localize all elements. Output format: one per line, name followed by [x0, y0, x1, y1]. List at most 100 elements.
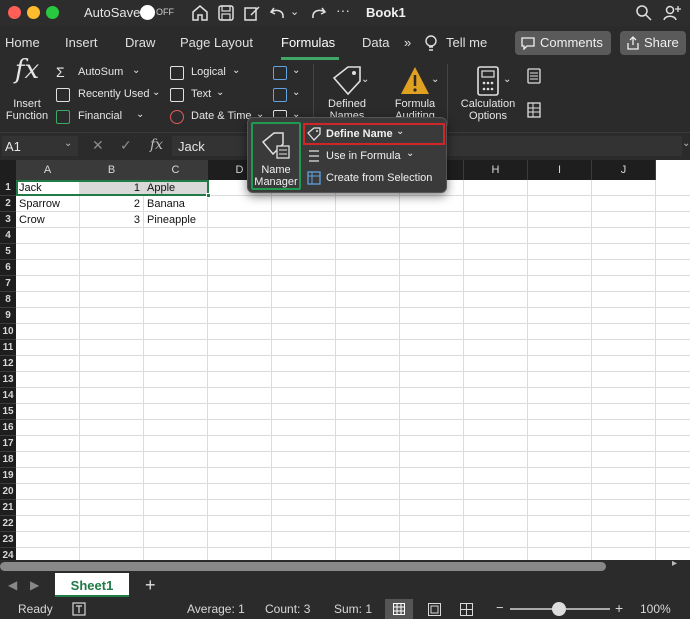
cell-b3[interactable]: 3 — [80, 212, 144, 228]
column-header-j[interactable]: J — [592, 160, 656, 180]
scroll-right-icon[interactable]: ▸ — [672, 558, 677, 569]
row-gridline — [16, 515, 690, 516]
tell-me-search[interactable]: Tell me — [446, 35, 487, 50]
logical-button[interactable]: Logical ⌄ — [170, 65, 250, 82]
calculate-sheet-icon[interactable] — [527, 102, 541, 118]
previous-sheet-icon[interactable]: ◀ — [8, 578, 17, 592]
page-break-view-icon[interactable] — [460, 603, 473, 616]
autosave-toggle[interactable]: OFF — [140, 5, 174, 20]
math-icon[interactable] — [273, 88, 287, 102]
scrollbar-thumb[interactable] — [0, 562, 606, 571]
zoom-window-button[interactable] — [46, 6, 59, 19]
cell-b2[interactable]: 2 — [80, 196, 144, 212]
row-header-17[interactable]: 17 — [0, 436, 16, 452]
fill-handle[interactable] — [206, 193, 211, 198]
recently-used-button[interactable]: Recently Used ⌄ — [56, 87, 166, 104]
cancel-icon[interactable]: ✕ — [92, 137, 104, 154]
row-header-3[interactable]: 3 — [0, 212, 16, 228]
row-header-4[interactable]: 4 — [0, 228, 16, 244]
row-gridline — [16, 387, 690, 388]
column-header-i[interactable]: I — [528, 160, 592, 180]
edit-icon[interactable] — [242, 3, 262, 23]
row-header-16[interactable]: 16 — [0, 420, 16, 436]
share-person-icon[interactable] — [662, 3, 682, 23]
row-header-20[interactable]: 20 — [0, 484, 16, 500]
name-manager-button[interactable]: Name Manager — [251, 122, 301, 190]
column-header-b[interactable]: B — [80, 160, 144, 180]
autosum-button[interactable]: Σ AutoSum ⌄ — [56, 64, 166, 82]
minimize-window-button[interactable] — [27, 6, 40, 19]
confirm-icon[interactable]: ✓ — [120, 137, 132, 154]
row-header-5[interactable]: 5 — [0, 244, 16, 260]
page-layout-view-icon[interactable] — [428, 603, 441, 616]
expand-formula-icon[interactable]: ⌄ — [682, 138, 690, 149]
home-icon[interactable] — [190, 3, 210, 23]
column-header-a[interactable]: A — [16, 160, 80, 180]
sheet-tab-sheet1[interactable]: Sheet1 — [55, 573, 129, 597]
financial-button[interactable]: Financial ⌄ — [56, 109, 166, 126]
column-header-c[interactable]: C — [144, 160, 208, 180]
more-tabs-icon[interactable]: » — [404, 35, 411, 50]
tab-data[interactable]: Data — [362, 35, 389, 50]
save-icon[interactable] — [216, 3, 236, 23]
row-header-1[interactable]: 1 — [0, 180, 16, 196]
normal-view-button[interactable] — [385, 599, 413, 619]
calculate-now-icon[interactable] — [527, 68, 541, 84]
row-header-14[interactable]: 14 — [0, 388, 16, 404]
tab-draw[interactable]: Draw — [125, 35, 155, 50]
tab-home[interactable]: Home — [5, 35, 40, 50]
row-header-10[interactable]: 10 — [0, 324, 16, 340]
tab-insert[interactable]: Insert — [65, 35, 98, 50]
redo-icon[interactable] — [308, 3, 328, 23]
text-button[interactable]: Text ⌄ — [170, 87, 250, 104]
share-button[interactable]: Share — [620, 31, 686, 55]
column-header-h[interactable]: H — [464, 160, 528, 180]
undo-icon[interactable] — [268, 3, 288, 23]
zoom-in-button[interactable]: + — [615, 600, 623, 616]
fx-icon[interactable]: fx — [150, 137, 163, 153]
cell-c2[interactable]: Banana — [144, 196, 208, 212]
cell-a3[interactable]: Crow — [16, 212, 80, 228]
row-header-22[interactable]: 22 — [0, 516, 16, 532]
spreadsheet-grid[interactable]: ABCDEFGHIJ123456789101112131415161718192… — [0, 160, 690, 564]
zoom-level[interactable]: 100% — [640, 602, 671, 616]
next-sheet-icon[interactable]: ▶ — [30, 578, 39, 592]
tab-page-layout[interactable]: Page Layout — [180, 35, 253, 50]
horizontal-scrollbar[interactable]: ▸ — [0, 558, 690, 573]
select-all-corner[interactable] — [0, 160, 16, 180]
chevron-down-icon[interactable]: ⌄ — [292, 87, 300, 98]
create-from-selection-menu-item[interactable]: Create from Selection — [304, 168, 444, 188]
row-header-11[interactable]: 11 — [0, 340, 16, 356]
row-header-15[interactable]: 15 — [0, 404, 16, 420]
row-header-18[interactable]: 18 — [0, 452, 16, 468]
use-in-formula-menu-item[interactable]: Use in Formula ⌄ — [304, 146, 444, 166]
chevron-down-icon[interactable]: ⌄ — [64, 138, 72, 149]
zoom-slider-thumb[interactable] — [552, 602, 566, 616]
define-name-menu-item[interactable]: Define Name ⌄ — [304, 124, 444, 144]
comments-button[interactable]: Comments — [515, 31, 611, 55]
row-header-6[interactable]: 6 — [0, 260, 16, 276]
add-sheet-button[interactable]: + — [145, 575, 156, 596]
cell-a2[interactable]: Sparrow — [16, 196, 80, 212]
chevron-down-icon[interactable]: ⌄ — [292, 65, 300, 76]
row-header-21[interactable]: 21 — [0, 500, 16, 516]
lookup-icon[interactable] — [273, 66, 287, 80]
row-header-19[interactable]: 19 — [0, 468, 16, 484]
tab-formulas[interactable]: Formulas — [281, 35, 335, 50]
row-header-13[interactable]: 13 — [0, 372, 16, 388]
accessibility-icon[interactable] — [72, 602, 86, 616]
row-header-23[interactable]: 23 — [0, 532, 16, 548]
insert-function-button[interactable]: fx Insert Function — [4, 57, 50, 126]
more-icon[interactable]: ··· — [336, 2, 350, 18]
search-icon[interactable] — [634, 3, 654, 23]
close-window-button[interactable] — [8, 6, 21, 19]
row-header-9[interactable]: 9 — [0, 308, 16, 324]
row-header-7[interactable]: 7 — [0, 276, 16, 292]
cell-c3[interactable]: Pineapple — [144, 212, 208, 228]
zoom-out-button[interactable]: − — [496, 600, 504, 615]
name-manager-label: Name Manager — [254, 164, 298, 188]
row-header-2[interactable]: 2 — [0, 196, 16, 212]
row-header-12[interactable]: 12 — [0, 356, 16, 372]
undo-dropdown-icon[interactable]: ⌄ — [290, 5, 299, 18]
row-header-8[interactable]: 8 — [0, 292, 16, 308]
